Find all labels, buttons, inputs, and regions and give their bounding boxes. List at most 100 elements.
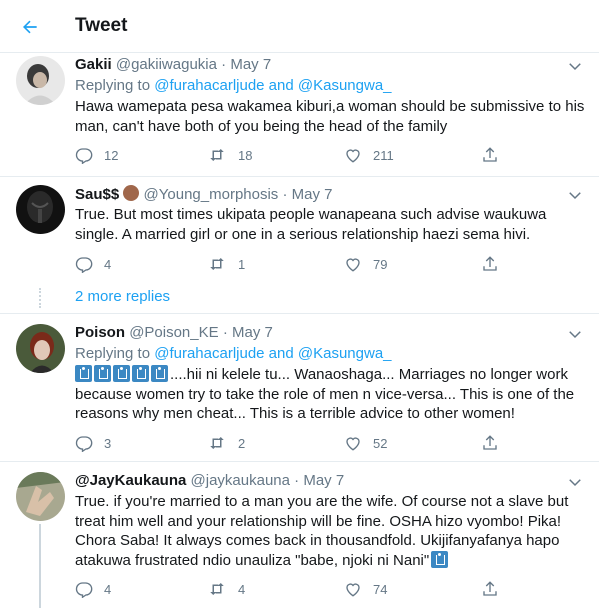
retweet-count: 2 [238, 435, 246, 451]
avatar[interactable] [16, 472, 65, 521]
like-icon [346, 258, 360, 272]
avatar[interactable] [16, 324, 65, 373]
handle[interactable]: @Poison_KE [129, 324, 218, 341]
timestamp[interactable]: May 7 [303, 472, 344, 489]
tweet-header: Sau$$ @Young_morphosis · May 7 [75, 185, 333, 203]
mention-link[interactable]: @Kasungwa_ [298, 345, 392, 362]
more-replies-link[interactable]: 2 more replies [75, 288, 170, 305]
emoji-icon [151, 365, 168, 382]
tweet-header: Poison @Poison_KE · May 7 [75, 324, 273, 341]
timestamp[interactable]: May 7 [230, 56, 271, 73]
chevron-down-icon[interactable] [566, 57, 584, 75]
avatar[interactable] [16, 56, 65, 105]
like-icon [346, 149, 360, 163]
share-button[interactable] [481, 434, 499, 452]
tweet-text-content: True. if you're married to a man you are… [75, 493, 569, 569]
display-name[interactable]: @JayKaukauna [75, 472, 186, 489]
share-icon [483, 435, 497, 450]
tweet-text: True. if you're married to a man you are… [75, 492, 585, 570]
emoji-icon [75, 365, 92, 382]
replying-prefix: Replying to [75, 77, 155, 94]
separator-dot: · [294, 472, 300, 489]
mention-link[interactable]: @furahacarljude [154, 345, 264, 362]
share-icon [483, 581, 497, 596]
emoji-icon [94, 365, 111, 382]
tweet-jaykaukauna[interactable]: @JayKaukauna @jaykaukauna · May 7 True. … [0, 462, 599, 608]
chevron-down-icon[interactable] [566, 186, 584, 204]
top-header: Tweet [0, 0, 599, 53]
share-button[interactable] [481, 146, 499, 164]
retweet-button[interactable]: 1 [207, 255, 245, 273]
mention-link[interactable]: @furahacarljude [154, 77, 264, 94]
like-button[interactable]: 211 [344, 146, 394, 164]
retweet-count: 4 [238, 581, 246, 597]
display-name[interactable]: Gakii [75, 56, 112, 73]
tweet-gakii[interactable]: Gakii @gakiiwagukia · May 7 Replying to … [0, 54, 599, 176]
tweet-header: Gakii @gakiiwagukia · May 7 [75, 56, 271, 73]
replying-to: Replying to @furahacarljude and @Kasungw… [75, 345, 392, 362]
page-title: Tweet [75, 15, 128, 36]
face-emoji [123, 185, 140, 201]
retweet-icon [210, 583, 224, 595]
reply-icon [75, 582, 93, 598]
reply-button[interactable]: 12 [75, 146, 118, 164]
like-count: 74 [373, 581, 388, 597]
retweet-button[interactable]: 2 [207, 434, 245, 452]
avatar[interactable] [16, 185, 65, 234]
share-button[interactable] [481, 255, 499, 273]
retweet-count: 1 [238, 256, 246, 272]
share-icon [483, 256, 497, 271]
share-button[interactable] [481, 580, 499, 598]
like-button[interactable]: 74 [344, 580, 387, 598]
replying-and: and [264, 77, 298, 94]
separator-dot: · [282, 186, 288, 203]
like-count: 79 [373, 256, 388, 272]
back-button[interactable] [14, 12, 46, 42]
tweet-poison[interactable]: Poison @Poison_KE · May 7 Replying to @f… [0, 314, 599, 460]
emoji-icon [132, 365, 149, 382]
tweet-text: ....hii ni kelele tu... Wanaoshaga... Ma… [75, 365, 585, 424]
reply-button[interactable]: 3 [75, 434, 111, 452]
handle[interactable]: @Young_morphosis [144, 186, 279, 203]
replying-prefix: Replying to [75, 345, 155, 362]
thread-line [39, 524, 41, 608]
chevron-down-icon[interactable] [566, 473, 584, 491]
back-arrow-icon [23, 20, 37, 34]
retweet-count: 18 [238, 147, 253, 163]
thread-dots [39, 288, 41, 308]
reply-icon [75, 257, 93, 273]
like-count: 52 [373, 435, 388, 451]
reply-icon [75, 436, 93, 452]
like-button[interactable]: 79 [344, 255, 387, 273]
reply-count: 4 [104, 256, 112, 272]
reply-button[interactable]: 4 [75, 580, 111, 598]
tweet-header: @JayKaukauna @jaykaukauna · May 7 [75, 472, 344, 489]
handle[interactable]: @gakiiwagukia [116, 56, 217, 73]
timestamp[interactable]: May 7 [232, 324, 273, 341]
tweet-text: Hawa wamepata pesa wakamea kiburi,a woma… [75, 98, 585, 135]
separator-dot: · [222, 324, 228, 341]
emoji-icon [431, 550, 449, 568]
reply-button[interactable]: 4 [75, 255, 111, 273]
display-name[interactable]: Sau$$ [75, 186, 119, 203]
like-button[interactable]: 52 [344, 434, 387, 452]
handle[interactable]: @jaykaukauna [191, 472, 290, 489]
reply-count: 4 [104, 581, 112, 597]
retweet-button[interactable]: 4 [207, 580, 245, 598]
display-name[interactable]: Poison [75, 324, 125, 341]
timestamp[interactable]: May 7 [292, 186, 333, 203]
like-icon [346, 437, 360, 451]
retweet-icon [210, 149, 224, 161]
tweet-text: True. But most times ukipata people wana… [75, 206, 547, 243]
like-icon [346, 583, 360, 597]
mention-link[interactable]: @Kasungwa_ [298, 77, 392, 94]
retweet-icon [210, 258, 224, 270]
tweet-saus[interactable]: Sau$$ @Young_morphosis · May 7 True. But… [0, 177, 599, 285]
reply-count: 3 [104, 435, 112, 451]
replying-to: Replying to @furahacarljude and @Kasungw… [75, 77, 392, 94]
retweet-button[interactable]: 18 [207, 146, 252, 164]
chevron-down-icon[interactable] [566, 325, 584, 343]
like-count: 211 [373, 147, 394, 163]
share-icon [483, 147, 497, 162]
reply-count: 12 [104, 147, 119, 163]
